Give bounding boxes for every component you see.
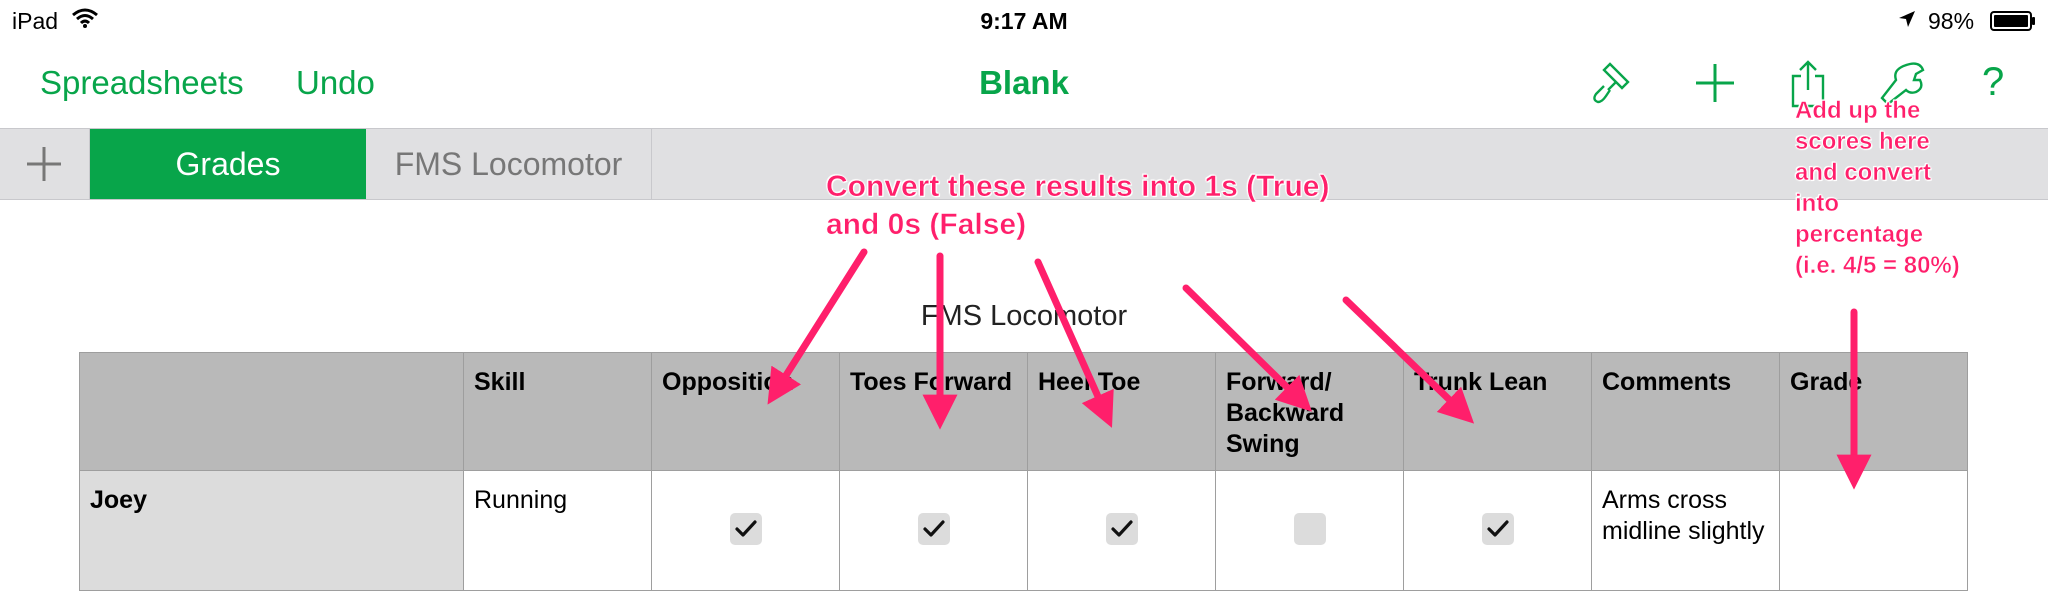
checkbox-trunk-lean[interactable] [1481,513,1514,545]
header-cell-heel-toe[interactable]: Heel Toe [1027,352,1216,471]
header-cell-forward-backward-swing[interactable]: Forward/ Backward Swing [1215,352,1404,471]
checkbox-forward-backward-swing[interactable] [1293,513,1326,545]
header-cell-grade[interactable]: Grade [1779,352,1968,471]
battery-percent: 98% [1928,8,1975,34]
comments-cell[interactable]: Arms cross midline slightly [1591,470,1780,591]
annotation-convert-note: Convert these results into 1s (True) and… [826,170,1330,242]
plus-icon[interactable] [1692,60,1738,111]
student-name-cell[interactable]: Joey [79,470,464,591]
status-time: 9:17 AM [980,8,1068,34]
checkbox-toes-forward[interactable] [917,513,950,545]
tab-grades[interactable]: Grades [90,129,366,199]
opposition-cell[interactable] [651,470,840,591]
battery-icon [1990,11,2036,36]
plus-icon [27,147,61,181]
header-cell-trunk-lean[interactable]: Trunk Lean [1403,352,1592,471]
document-title: Blank [979,64,1069,101]
checkmark-icon [922,520,945,537]
checkmark-icon [1110,520,1133,537]
table-title: FMS Locomotor [920,300,1128,332]
toes-forward-cell[interactable] [839,470,1028,591]
trunk-lean-cell[interactable] [1403,470,1592,591]
fms-table: Skill Opposition Toes Forward Heel Toe F… [79,352,1968,591]
header-cell-toes-forward[interactable]: Toes Forward [839,352,1028,471]
help-icon[interactable]: ? [1982,60,2004,105]
header-cell-name[interactable] [79,352,464,471]
tab-fms-locomotor[interactable]: FMS Locomotor [366,129,652,199]
add-sheet-button[interactable] [0,129,90,199]
paintbrush-icon[interactable] [1588,60,1634,111]
table-row: Joey Running Arms cross midline slightly [79,470,1968,591]
checkbox-heel-toe[interactable] [1105,513,1138,545]
annotation-addup-note: Add up the scores here and convert into … [1795,97,1960,280]
grade-cell[interactable] [1779,470,1968,591]
header-cell-comments[interactable]: Comments [1591,352,1780,471]
skill-cell[interactable]: Running [463,470,652,591]
header-cell-skill[interactable]: Skill [463,352,652,471]
checkbox-opposition[interactable] [729,513,762,545]
location-arrow-icon [1898,10,1916,33]
toolbar: Spreadsheets Undo Blank ? [0,42,2048,128]
checkmark-icon [1486,520,1509,537]
checkmark-icon [734,520,757,537]
table-header-row: Skill Opposition Toes Forward Heel Toe F… [79,352,1968,471]
swing-cell[interactable] [1215,470,1404,591]
heel-toe-cell[interactable] [1027,470,1216,591]
header-cell-opposition[interactable]: Opposition [651,352,840,471]
status-bar: iPad 9:17 AM 98% [0,0,2048,42]
